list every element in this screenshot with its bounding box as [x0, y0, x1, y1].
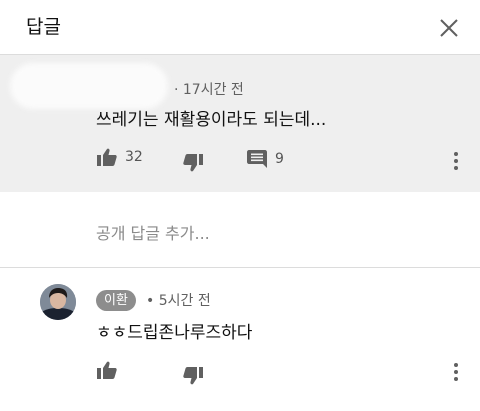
close-icon[interactable] [434, 13, 464, 43]
reply-more-options-icon[interactable] [452, 362, 460, 382]
reply-count-button[interactable]: 9 [247, 150, 284, 168]
thumbs-up-icon [97, 361, 117, 379]
reply-like-button[interactable] [97, 361, 117, 379]
reply-text: ㅎㅎ드립존나루즈하다 [96, 323, 253, 343]
thumbs-down-icon [183, 367, 203, 385]
parent-comment: · 17시간 전 쓰레기는 재활용이라도 되는데... 32 9 [0, 55, 480, 192]
dislike-button[interactable] [183, 154, 203, 172]
thumbs-down-icon [183, 154, 203, 172]
add-reply-section: 공개 답글 추가... [0, 192, 480, 268]
page-title: 답글 [26, 16, 61, 38]
more-options-icon[interactable] [452, 151, 460, 171]
comment-icon [247, 150, 267, 168]
redacted-author [10, 63, 168, 109]
reply-dislike-button[interactable] [183, 367, 203, 385]
author-badge[interactable]: 이환 [96, 290, 136, 311]
avatar[interactable] [40, 284, 76, 320]
reply-input[interactable]: 공개 답글 추가... [96, 220, 210, 244]
parent-comment-text: 쓰레기는 재활용이라도 되는데... [96, 110, 327, 130]
reply-count: 9 [275, 151, 284, 167]
parent-timestamp: · 17시간 전 [174, 82, 244, 98]
like-button[interactable]: 32 [97, 148, 143, 166]
like-count: 32 [125, 149, 143, 165]
header-bar: 답글 [0, 0, 480, 55]
reply-timestamp: • 5시간 전 [146, 293, 211, 309]
thumbs-up-icon [97, 148, 117, 166]
